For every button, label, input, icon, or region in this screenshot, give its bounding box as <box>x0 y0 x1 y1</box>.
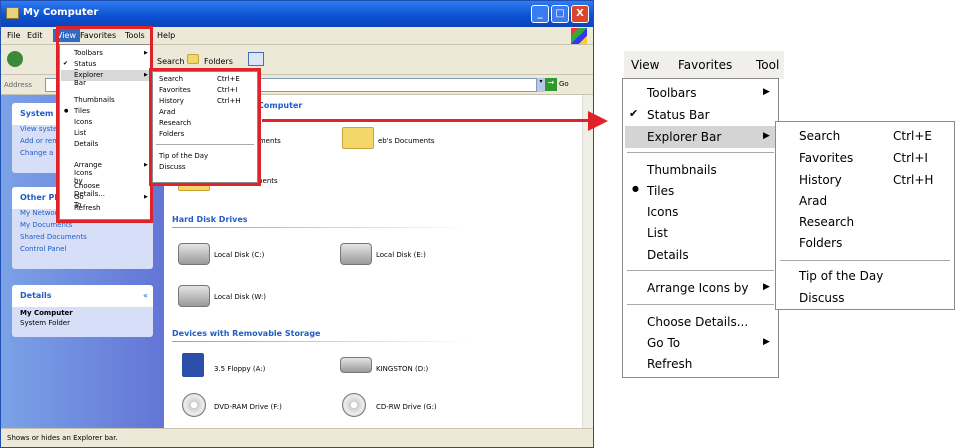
menu-separator <box>627 304 774 305</box>
menu-edit[interactable]: Edit <box>27 31 43 40</box>
back-icon[interactable] <box>7 51 23 67</box>
zoom-sub-research[interactable]: Research <box>799 212 956 233</box>
dvd-ram-drive-f[interactable]: DVD-RAM Drive (F:) <box>214 403 282 411</box>
windows-logo-icon <box>571 28 587 44</box>
menu-separator <box>780 260 950 261</box>
details-name: My Computer <box>20 309 73 317</box>
zoom-shortcut-search: Ctrl+E <box>893 129 932 143</box>
address-label: Address <box>4 81 32 89</box>
local-disk-e[interactable]: Local Disk (E:) <box>376 251 426 259</box>
dvd-icon <box>182 393 206 417</box>
folders-icon <box>187 54 199 64</box>
minimize-button[interactable]: _ <box>531 5 549 23</box>
eb-documents-item[interactable]: eb's Documents <box>378 137 434 145</box>
details-title[interactable]: Details <box>12 285 153 307</box>
zoom-item-details[interactable]: Details <box>623 244 778 266</box>
maximize-button[interactable]: □ <box>551 5 569 23</box>
zoom-explorer-submenu: Search Ctrl+E Favorites Ctrl+I History C… <box>775 121 955 310</box>
group-divider <box>172 227 472 228</box>
usb-drive-icon <box>340 357 372 373</box>
place-link[interactable]: Shared Documents <box>12 233 153 245</box>
zoom-item-arrange[interactable]: Arrange Icons by <box>623 277 778 299</box>
submenu-arrow-icon: ▶ <box>763 282 770 292</box>
kingston-drive-d[interactable]: KINGSTON (D:) <box>376 365 428 373</box>
callout-arrow-icon <box>588 111 608 131</box>
folder-icon <box>342 127 374 149</box>
zoom-shortcut-history: Ctrl+H <box>893 173 934 187</box>
vertical-scrollbar[interactable] <box>582 95 593 428</box>
zoom-view-menu: Toolbars ▶ ✔ Status Bar Explorer Bar ▶ T… <box>622 78 779 378</box>
zoom-sub-folders[interactable]: Folders <box>799 233 956 254</box>
hard-disk-icon <box>178 243 210 265</box>
hard-disk-icon <box>178 285 210 307</box>
details-desc: System Folder <box>20 319 70 327</box>
menu-file[interactable]: File <box>7 31 20 40</box>
removable-group-title: Devices with Removable Storage <box>172 329 321 338</box>
zoom-sub-tip[interactable]: Tip of the Day <box>799 266 956 287</box>
window-title: My Computer <box>23 7 99 18</box>
details-panel: Details My Computer System Folder <box>12 285 153 337</box>
zoom-item-toolbars[interactable]: Toolbars <box>623 82 778 104</box>
zoom-menu-favorites[interactable]: Favorites <box>678 58 732 72</box>
zoom-menu-tools[interactable]: Tool <box>756 58 779 72</box>
zoom-item-list[interactable]: List <box>623 222 778 244</box>
zoom-shortcut-favorites: Ctrl+I <box>893 151 928 165</box>
zoom-item-icons[interactable]: Icons <box>623 201 778 223</box>
submenu-arrow-icon: ▶ <box>763 337 770 347</box>
highlight-box-submenu <box>149 68 261 186</box>
hard-disk-icon <box>340 243 372 265</box>
close-button[interactable]: X <box>571 5 589 23</box>
zoom-item-explorer-bar[interactable]: Explorer Bar <box>623 126 778 148</box>
zoom-sub-arad[interactable]: Arad <box>799 191 956 212</box>
go-button[interactable]: Go <box>559 80 569 88</box>
cd-icon <box>342 393 366 417</box>
go-icon[interactable]: → <box>545 78 557 91</box>
zoom-item-tiles[interactable]: Tiles <box>623 180 778 202</box>
views-icon[interactable] <box>248 52 264 66</box>
group-divider <box>172 341 472 342</box>
menu-help[interactable]: Help <box>157 31 175 40</box>
submenu-arrow-icon: ▶ <box>763 131 770 141</box>
local-disk-w[interactable]: Local Disk (W:) <box>214 293 266 301</box>
status-bar: Shows or hides an Explorer bar. <box>1 428 593 447</box>
zoom-menu-view[interactable]: View <box>631 58 659 72</box>
floppy-icon <box>182 353 204 377</box>
my-computer-icon <box>6 7 19 19</box>
cd-rw-drive-g[interactable]: CD-RW Drive (G:) <box>376 403 437 411</box>
zoom-item-thumbnails[interactable]: Thumbnails <box>623 159 778 181</box>
zoom-item-status-bar[interactable]: Status Bar <box>623 104 778 126</box>
address-dropdown-icon[interactable]: ▾ <box>537 78 545 92</box>
zoom-item-go-to[interactable]: Go To <box>623 332 778 354</box>
hdd-group-title: Hard Disk Drives <box>172 215 248 224</box>
collapse-icon[interactable]: « <box>143 291 148 300</box>
callout-arrow-line <box>262 119 592 122</box>
zoom-item-choose-details[interactable]: Choose Details... <box>623 311 778 333</box>
zoom-item-refresh[interactable]: Refresh <box>623 353 778 375</box>
menu-separator <box>627 152 774 153</box>
submenu-arrow-icon: ▶ <box>763 87 770 97</box>
floppy-drive-a[interactable]: 3.5 Floppy (A:) <box>214 365 265 373</box>
search-button[interactable]: Search <box>157 57 184 66</box>
section-title: Computer <box>258 101 303 110</box>
zoom-sub-discuss[interactable]: Discuss <box>799 288 956 309</box>
highlight-box-view-menu <box>56 26 153 223</box>
place-link[interactable]: Control Panel <box>12 245 153 257</box>
title-bar: My Computer <box>1 1 593 27</box>
folders-button[interactable]: Folders <box>204 57 233 66</box>
local-disk-c[interactable]: Local Disk (C:) <box>214 251 264 259</box>
menu-separator <box>627 270 774 271</box>
